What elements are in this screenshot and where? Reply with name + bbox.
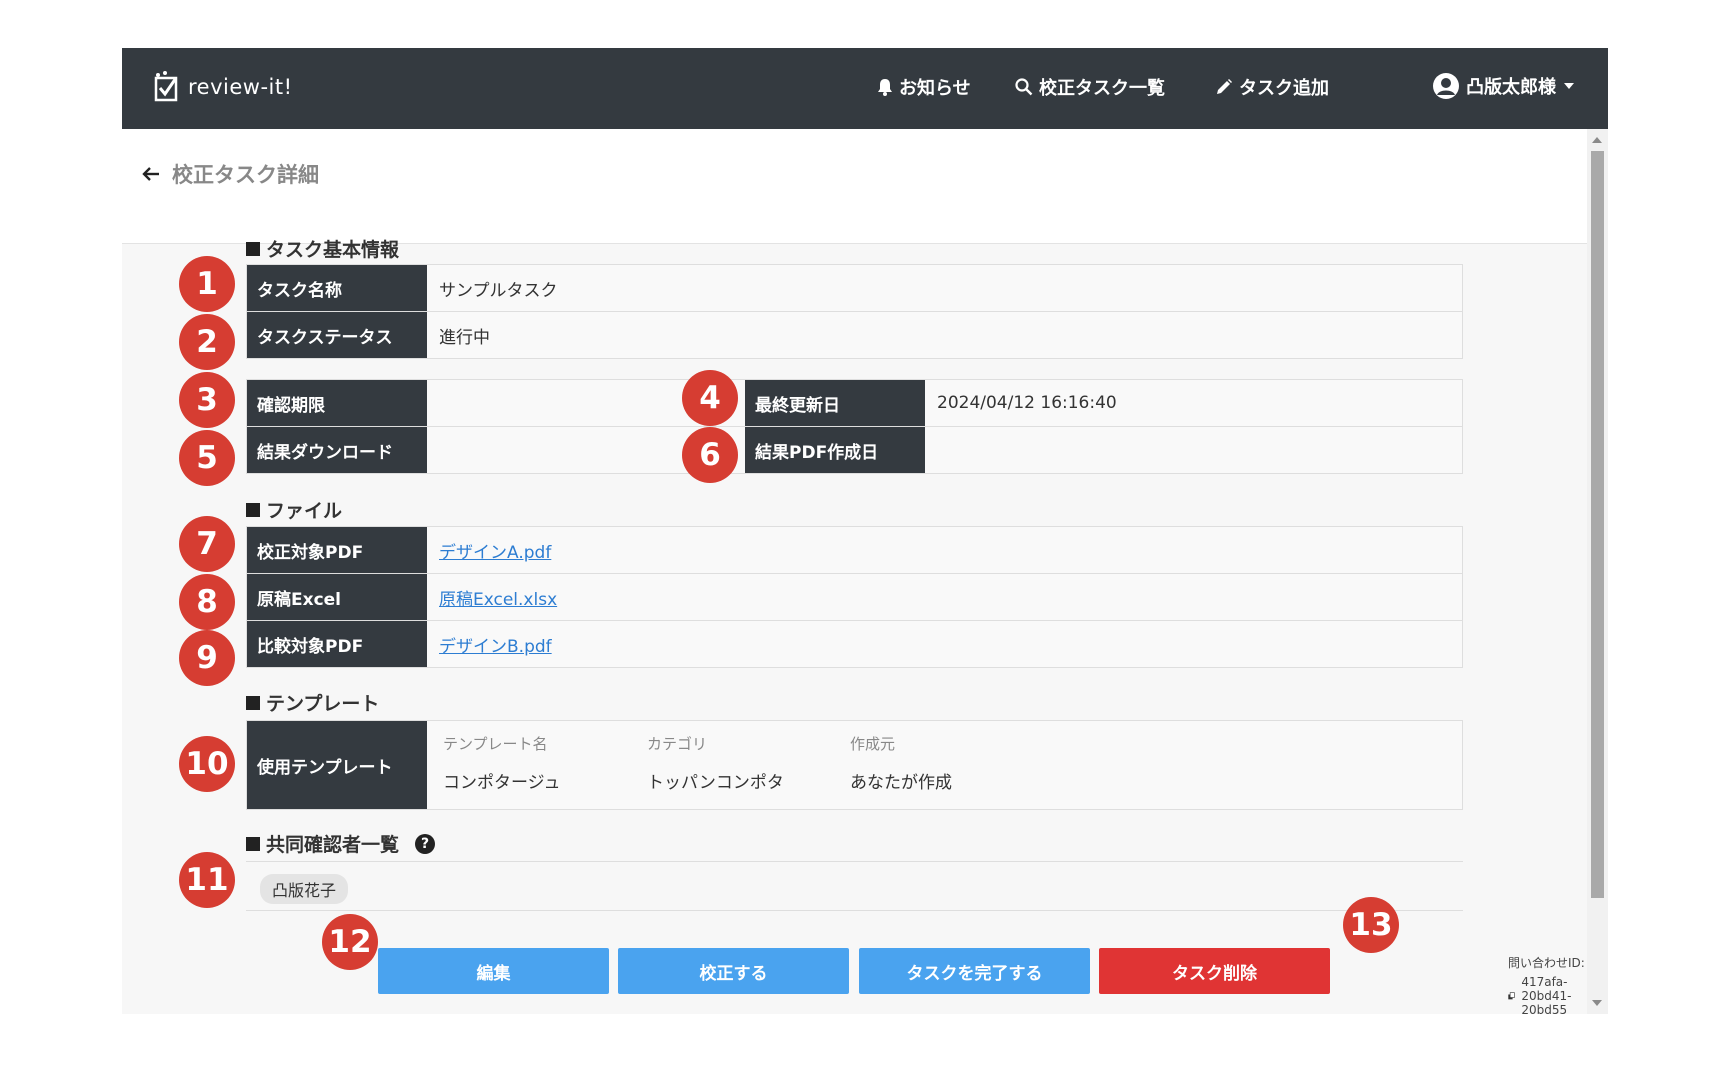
badge-5: 5 [179, 430, 235, 486]
template-creator-label: 作成元 [850, 735, 896, 753]
value-updated: 2024/04/12 16:16:40 [937, 393, 1117, 413]
copy-icon[interactable] [1508, 990, 1515, 1002]
square-bullet-icon [246, 502, 260, 517]
page-title: 校正タスク詳細 [172, 163, 319, 187]
reviewer-list: 凸版花子 [246, 861, 1463, 911]
badge-7: 7 [179, 516, 235, 572]
square-bullet-icon [246, 836, 260, 851]
inquiry-id: 問い合わせID: 417afa-20bd41-20bd55 [1508, 954, 1608, 1014]
user-name: 凸版太郎様 [1466, 77, 1556, 98]
scroll-up-icon[interactable] [1592, 137, 1602, 143]
page-header: 校正タスク詳細 [122, 129, 1587, 244]
template-col-category: カテゴリ トッパンコンポタ [647, 733, 784, 793]
app-window: review-it! お知らせ 校正タスク一覧 タスク追加 凸版太郎様 校正タス… [122, 48, 1608, 1014]
nav-add-task-label: タスク追加 [1239, 78, 1329, 99]
value-task-status: 進行中 [439, 327, 490, 348]
help-icon[interactable]: ? [415, 833, 436, 854]
scroll-thumb[interactable] [1591, 151, 1604, 898]
user-icon [1433, 73, 1459, 99]
badge-1: 1 [179, 256, 235, 312]
row-target-pdf: 校正対象PDF デザインA.pdf [246, 526, 1463, 574]
nav-add-task[interactable]: タスク追加 [1215, 74, 1329, 100]
badge-4: 4 [682, 370, 738, 426]
value-excel: 原稿Excel.xlsx [427, 574, 557, 620]
pencil-icon [1217, 79, 1232, 94]
brand-logo[interactable]: review-it! [152, 70, 293, 104]
nav-task-list[interactable]: 校正タスク一覧 [1015, 74, 1165, 100]
badge-11: 11 [179, 852, 235, 908]
badge-9: 9 [179, 630, 235, 686]
navbar: review-it! お知らせ 校正タスク一覧 タスク追加 凸版太郎様 [122, 48, 1608, 129]
arrow-left-icon [142, 167, 159, 181]
square-bullet-icon [246, 241, 260, 256]
row-deadline-updated: 確認期限 最終更新日 2024/04/12 16:16:40 [246, 379, 1463, 427]
reviewer-chip: 凸版花子 [260, 874, 349, 904]
nav-task-list-label: 校正タスク一覧 [1039, 78, 1165, 99]
section-title-basic-text: タスク基本情報 [266, 239, 400, 261]
label-deadline: 確認期限 [247, 380, 427, 426]
label-excel: 原稿Excel [247, 574, 427, 620]
template-col-creator: 作成元 あなたが作成 [850, 733, 952, 793]
inquiry-id-row[interactable]: 417afa-20bd41-20bd55 [1508, 975, 1608, 1014]
badge-8: 8 [179, 574, 235, 630]
template-creator-value: あなたが作成 [850, 773, 952, 793]
template-row: 使用テンプレート テンプレート名 コンポタージュ カテゴリ トッパンコンポタ 作… [246, 720, 1463, 810]
section-title-files-text: ファイル [266, 500, 343, 522]
section-title-reviewers: 共同確認者一覧 ? [246, 830, 436, 857]
brand-name: review-it! [188, 75, 293, 99]
section-title-template-text: テンプレート [266, 693, 380, 715]
bell-icon [878, 79, 892, 96]
link-excel[interactable]: 原稿Excel.xlsx [439, 585, 557, 610]
row-task-status: タスクステータス 進行中 [246, 311, 1463, 359]
section-title-files: ファイル [246, 496, 342, 523]
complete-task-button[interactable]: タスクを完了する [859, 948, 1090, 994]
edit-button[interactable]: 編集 [378, 948, 609, 994]
value-task-name: サンプルタスク [439, 280, 558, 301]
template-category-label: カテゴリ [647, 735, 708, 753]
section-title-template: テンプレート [246, 689, 379, 716]
row-excel: 原稿Excel 原稿Excel.xlsx [246, 573, 1463, 621]
section-title-reviewers-text: 共同確認者一覧 [266, 834, 400, 856]
badge-12: 12 [322, 914, 378, 970]
row-download-pdfdate: 結果ダウンロード 結果PDF作成日 [246, 426, 1463, 474]
label-target-pdf: 校正対象PDF [247, 527, 427, 573]
row-task-name: タスク名称 サンプルタスク [246, 264, 1463, 312]
template-name-value: コンポタージュ [443, 773, 561, 793]
template-name-label: テンプレート名 [443, 735, 548, 753]
label-compare-pdf: 比較対象PDF [247, 621, 427, 667]
back-link[interactable]: 校正タスク詳細 [142, 159, 319, 189]
value-compare-pdf: デザインB.pdf [427, 621, 552, 667]
link-target-pdf[interactable]: デザインA.pdf [439, 538, 551, 563]
inquiry-label: 問い合わせID: [1508, 956, 1585, 970]
scrollbar[interactable] [1587, 129, 1608, 1014]
badge-13: 13 [1343, 897, 1399, 953]
nav-notifications[interactable]: お知らせ [877, 74, 971, 100]
proofread-button[interactable]: 校正する [618, 948, 849, 994]
value-target-pdf: デザインA.pdf [427, 527, 551, 573]
label-task-status: タスクステータス [247, 312, 427, 358]
template-col-name: テンプレート名 コンポタージュ [443, 733, 560, 793]
badge-10: 10 [179, 736, 235, 792]
label-download: 結果ダウンロード [247, 427, 427, 473]
label-task-name: タスク名称 [247, 265, 427, 311]
label-pdf-created: 結果PDF作成日 [745, 427, 925, 473]
delete-task-button[interactable]: タスク削除 [1099, 948, 1330, 994]
logo-icon [154, 71, 178, 102]
section-title-basic: タスク基本情報 [246, 235, 399, 262]
badge-2: 2 [179, 314, 235, 370]
inquiry-id-value: 417afa-20bd41-20bd55 [1521, 975, 1572, 1014]
search-icon [1015, 78, 1033, 96]
nav-notifications-label: お知らせ [899, 78, 971, 99]
badge-3: 3 [179, 372, 235, 428]
row-compare-pdf: 比較対象PDF デザインB.pdf [246, 620, 1463, 668]
nav-user-menu[interactable]: 凸版太郎様 [1432, 72, 1574, 100]
label-template: 使用テンプレート [247, 721, 427, 809]
template-category-value: トッパンコンポタ [647, 773, 784, 793]
square-bullet-icon [246, 695, 260, 710]
badge-6: 6 [682, 427, 738, 483]
label-updated: 最終更新日 [745, 380, 925, 426]
chevron-down-icon [1564, 83, 1574, 89]
link-compare-pdf[interactable]: デザインB.pdf [439, 632, 552, 657]
value-pdf-created [925, 427, 937, 473]
